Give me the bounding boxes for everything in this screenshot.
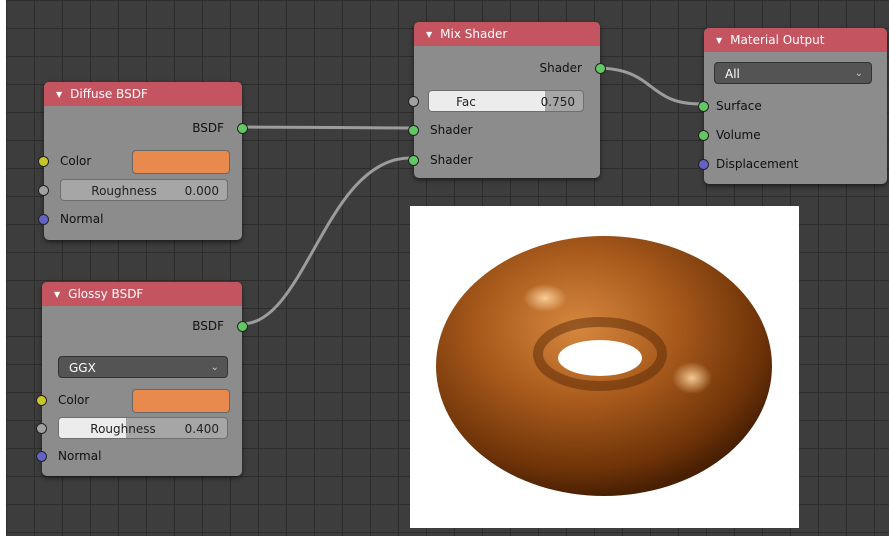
material-output-header[interactable]: ▼ Material Output	[704, 28, 887, 52]
displacement-input-socket[interactable]	[698, 159, 709, 170]
shader2-input-socket[interactable]	[408, 155, 419, 166]
surface-label: Surface	[716, 99, 762, 113]
displacement-label: Displacement	[716, 157, 799, 171]
link-mix-to-output	[595, 66, 701, 106]
normal-label: Normal	[58, 449, 102, 463]
chevron-down-icon: ⌄	[210, 362, 219, 373]
torus-body	[436, 236, 772, 496]
material-output-node[interactable]: ▼ Material Output All ⌄ Surface Volume Di…	[698, 28, 887, 184]
collapse-triangle-icon[interactable]: ▼	[716, 36, 722, 45]
roughness-field[interactable]: Roughness 0.000	[60, 179, 228, 201]
fac-input-socket[interactable]	[408, 96, 419, 107]
normal-input-socket[interactable]	[38, 214, 49, 225]
surface-input-socket[interactable]	[698, 101, 709, 112]
shader1-label: Shader	[430, 123, 473, 137]
roughness-input-socket[interactable]	[38, 185, 49, 196]
distribution-value: GGX	[69, 361, 96, 375]
fac-field[interactable]: Fac 0.750	[428, 90, 584, 112]
collapse-triangle-icon[interactable]: ▼	[54, 290, 60, 299]
link-diffuse-to-mix	[241, 125, 411, 130]
diffuse-bsdf-header[interactable]: ▼ Diffuse BSDF	[44, 82, 242, 106]
link-glossy-to-mix	[241, 156, 411, 326]
shader-output-socket[interactable]	[595, 63, 606, 74]
diffuse-bsdf-node[interactable]: ▼ Diffuse BSDF BSDF Color Roughness 0.000…	[38, 82, 248, 240]
render-preview	[410, 206, 799, 528]
node-title: Mix Shader	[440, 27, 508, 41]
normal-label: Normal	[60, 212, 104, 226]
glossy-bsdf-header[interactable]: ▼ Glossy BSDF	[42, 282, 242, 306]
color-swatch[interactable]	[132, 389, 230, 413]
volume-input-socket[interactable]	[698, 130, 709, 141]
color-swatch[interactable]	[132, 150, 230, 174]
shader1-input-socket[interactable]	[408, 125, 419, 136]
node-title: Glossy BSDF	[68, 287, 144, 301]
roughness-value: 0.000	[184, 184, 219, 198]
roughness-input-socket[interactable]	[36, 423, 47, 434]
roughness-value: 0.400	[184, 422, 219, 436]
color-label: Color	[60, 154, 92, 168]
normal-input-socket[interactable]	[36, 451, 47, 462]
color-input-socket[interactable]	[38, 156, 49, 167]
node-editor[interactable]: ▼ Diffuse BSDF BSDF Color Roughness 0.000…	[6, 0, 889, 536]
bsdf-output-label: BSDF	[192, 319, 224, 333]
torus-render-image	[436, 236, 772, 496]
collapse-triangle-icon[interactable]: ▼	[426, 30, 432, 39]
color-label: Color	[58, 393, 90, 407]
output-target-value: All	[725, 67, 740, 81]
glossy-bsdf-node[interactable]: ▼ Glossy BSDF BSDF GGX ⌄ Color Roughness …	[36, 282, 248, 476]
torus-highlight-left	[523, 284, 567, 312]
node-title: Diffuse BSDF	[70, 87, 148, 101]
shader2-label: Shader	[430, 153, 473, 167]
bsdf-output-socket[interactable]	[237, 123, 248, 134]
roughness-field[interactable]: Roughness 0.400	[58, 417, 228, 439]
torus-highlight-right	[672, 362, 712, 394]
volume-label: Volume	[716, 128, 761, 142]
collapse-triangle-icon[interactable]: ▼	[56, 90, 62, 99]
bsdf-output-socket[interactable]	[237, 321, 248, 332]
color-input-socket[interactable]	[36, 395, 47, 406]
output-target-select[interactable]: All ⌄	[714, 62, 872, 84]
mix-shader-header[interactable]: ▼ Mix Shader	[414, 22, 600, 46]
distribution-select[interactable]: GGX ⌄	[58, 356, 228, 378]
node-title: Material Output	[730, 33, 825, 47]
chevron-down-icon: ⌄	[854, 68, 863, 79]
bsdf-output-label: BSDF	[192, 121, 224, 135]
mix-shader-node[interactable]: ▼ Mix Shader Shader Fac 0.750 Shader Shad…	[408, 22, 606, 178]
fac-value: 0.750	[540, 95, 575, 109]
shader-output-label: Shader	[539, 61, 582, 75]
